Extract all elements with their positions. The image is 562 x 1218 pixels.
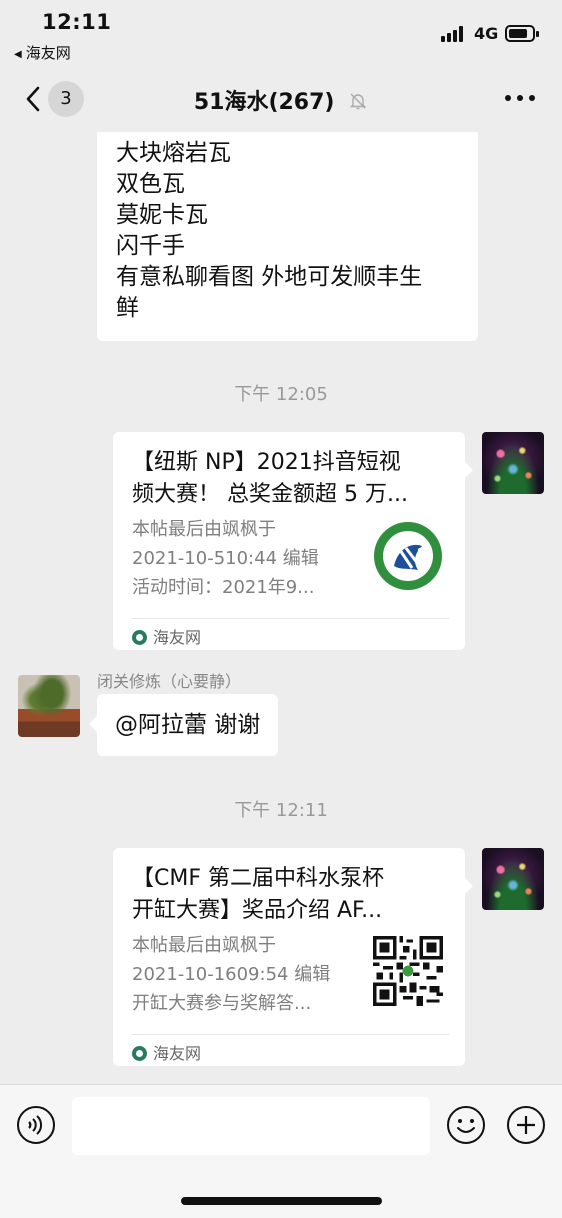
chat-title: 51海水(267)	[0, 84, 562, 116]
chat-title-text: 51海水(267)	[193, 90, 335, 115]
more-functions-plus-icon[interactable]	[506, 1105, 546, 1145]
back-app-label: 海友网	[25, 44, 71, 62]
network-type: 4G	[474, 24, 499, 43]
qr-code-thumbnail	[373, 936, 443, 1006]
mute-bell-icon	[349, 93, 367, 110]
avatar[interactable]	[482, 848, 544, 910]
time-separator: 下午 12:05	[234, 384, 328, 405]
sender-name: 闭关修炼（心要静）	[97, 672, 242, 691]
cellular-signal-icon	[441, 26, 467, 42]
status-bar: 12:11 ◀ 海友网 4G	[0, 0, 562, 66]
message-line: 鲜	[116, 295, 139, 321]
message-line: 闪千手	[116, 233, 185, 259]
chat-header: 3 51海水(267)	[0, 66, 562, 132]
card-title: 【纽斯 NP】2021抖音短视 频大赛！ 总奖金额超 5 万...	[132, 450, 408, 507]
avatar[interactable]	[18, 675, 80, 737]
status-time: 12:11	[42, 10, 112, 34]
link-card[interactable]: 【纽斯 NP】2021抖音短视 频大赛！ 总奖金额超 5 万... 本帖最后由飒…	[113, 432, 473, 650]
card-description: 本帖最后由飒枫于 2021-10-1609:54 编辑 开缸大赛参与奖解答...	[132, 935, 331, 1014]
message-bubble[interactable]: 大块熔岩瓦 双色瓦 莫妮卡瓦 闪千手 有意私聊看图 外地可发顺丰生 鲜	[97, 132, 478, 341]
time-separator: 下午 12:11	[234, 800, 328, 821]
source-logo-icon	[132, 1046, 147, 1061]
message-line: 有意私聊看图 外地可发顺丰生	[116, 264, 423, 290]
voice-input-icon[interactable]	[16, 1105, 56, 1145]
source-logo-icon	[132, 630, 147, 645]
back-triangle-icon: ◀	[14, 49, 22, 60]
battery-icon	[505, 25, 539, 42]
forum-logo-thumbnail	[374, 522, 442, 590]
back-to-app-link[interactable]: ◀ 海友网	[14, 42, 71, 63]
card-source: 海友网	[132, 624, 201, 648]
home-indicator[interactable]	[181, 1197, 382, 1205]
message-line: 双色瓦	[116, 171, 185, 197]
card-source: 海友网	[132, 1040, 201, 1064]
battery-level	[509, 29, 527, 38]
link-card[interactable]: 【CMF 第二届中科水泵杯 开缸大赛】奖品介绍 AF... 本帖最后由飒枫于 2…	[113, 848, 473, 1066]
more-options-icon[interactable]	[505, 95, 535, 103]
card-description: 本帖最后由飒枫于 2021-10-510:44 编辑 活动时间：2021年9..…	[132, 519, 319, 598]
emoji-icon[interactable]	[446, 1105, 486, 1145]
card-title: 【CMF 第二届中科水泵杯 开缸大赛】奖品介绍 AF...	[132, 866, 384, 923]
message-line: 莫妮卡瓦	[116, 202, 208, 228]
avatar[interactable]	[482, 432, 544, 494]
message-bubble[interactable]: @阿拉蕾 谢谢	[88, 694, 279, 756]
message-line: 大块熔岩瓦	[116, 140, 231, 166]
message-input[interactable]	[72, 1097, 430, 1155]
